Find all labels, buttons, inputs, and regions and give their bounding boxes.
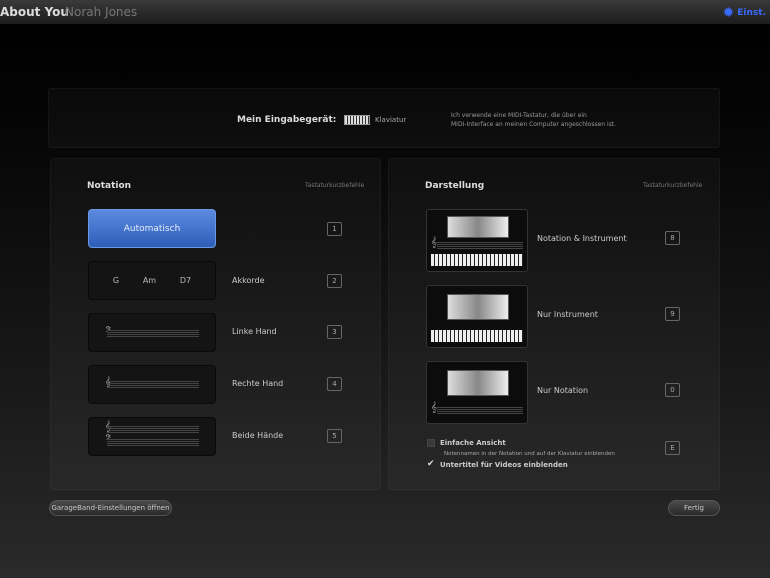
video-thumbnail [447,370,509,396]
simple-view-description: Notennamen in der Notation und auf der K… [444,451,615,457]
song-subtitle: Norah Jones [65,5,138,19]
shortcut-key: 3 [327,325,342,339]
description-line: MIDI-Interface an meinen Computer angesc… [451,121,617,128]
open-garageband-settings-button[interactable]: GarageBand-Einstellungen öffnen [49,500,172,516]
settings-button[interactable]: ✹ Einst. [723,5,766,21]
chord-label: G [112,276,120,285]
video-thumbnail [447,294,509,320]
shortcut-key: 8 [665,231,680,245]
shortcut-key: 1 [327,222,342,236]
shortcuts-header: Tastaturkurzbefehle [305,182,365,189]
settings-label: Einst. [737,8,766,18]
chords-option[interactable]: G Am D7 [88,261,216,300]
subtitles-label[interactable]: Untertitel für Videos einblenden [440,461,568,469]
option-label: Rechte Hand [232,379,284,388]
description-line: Ich verwende eine MIDI-Tastatur, die übe… [451,112,587,119]
notation-panel: Notation Tastaturkurzbefehle Automatisch… [50,158,381,490]
keyboard-icon [344,115,370,125]
checkmark-icon[interactable]: ✔ [427,459,435,469]
option-label: Linke Hand [232,327,277,336]
notation-title: Notation [87,181,132,191]
simple-view-checkbox[interactable] [427,439,435,447]
right-hand-option[interactable]: 𝄞 [88,365,216,404]
option-label: Beide Hände [232,431,284,440]
input-device-description: Ich verwende eine MIDI-Tastatur, die übe… [451,111,616,129]
option-label: Akkorde [232,276,265,285]
shortcut-key: 0 [665,383,680,397]
option-label: Notation & Instrument [537,234,627,243]
gear-icon: ✹ [722,5,735,21]
shortcut-key: 2 [327,274,342,288]
input-device-label: Mein Eingabegerät: [237,115,337,125]
shortcut-key: 9 [665,307,680,321]
app-title: About You [0,5,69,19]
done-button[interactable]: Fertig [668,500,720,516]
chord-label: Am [142,276,157,285]
shortcut-key: 4 [327,377,342,391]
option-label: Nur Notation [537,386,589,395]
shortcut-key: 5 [327,429,342,443]
left-hand-option[interactable]: 𝄢 [88,313,216,352]
notation-instrument-option[interactable]: 𝄞 [426,209,528,272]
shortcuts-header: Tastaturkurzbefehle [643,182,703,189]
option-label: Nur Instrument [537,310,598,319]
chord-label: D7 [179,276,192,285]
top-bar: About You Norah Jones ✹ Einst. [0,0,770,25]
input-device-value: Klaviatur [375,116,407,124]
video-thumbnail [447,216,509,238]
input-device-panel: Mein Eingabegerät: Klaviatur Ich verwend… [48,88,720,148]
instrument-only-option[interactable] [426,285,528,348]
both-hands-option[interactable]: 𝄞 𝄢 [88,417,216,456]
notation-only-option[interactable]: 𝄞 [426,361,528,424]
input-device-selector[interactable]: Klaviatur [344,115,406,125]
shortcut-key: E [665,441,680,455]
simple-view-label[interactable]: Einfache Ansicht [440,439,506,447]
display-panel: Darstellung Tastaturkurzbefehle 𝄞 Notati… [388,158,720,490]
display-title: Darstellung [425,181,485,191]
automatic-option[interactable]: Automatisch [88,209,216,248]
